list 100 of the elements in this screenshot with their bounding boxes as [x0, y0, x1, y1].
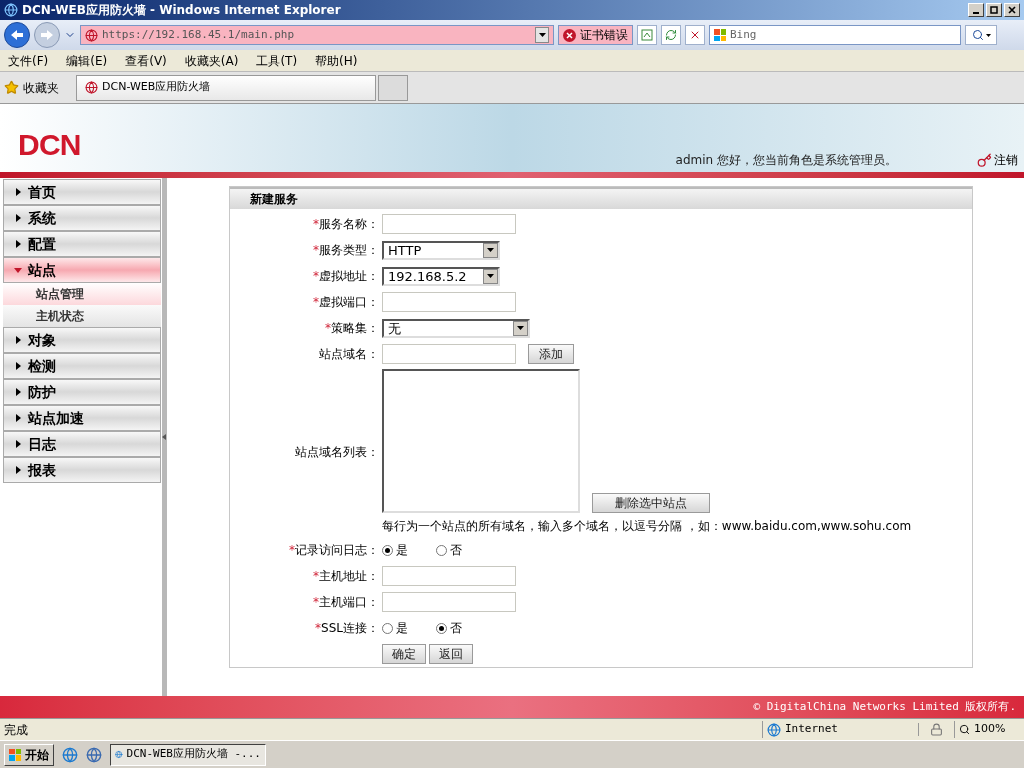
domain-list-textarea[interactable]	[382, 369, 580, 513]
page-view-icon	[641, 29, 653, 41]
refresh-button[interactable]	[661, 25, 681, 45]
radio-button[interactable]	[382, 544, 393, 556]
menu-item[interactable]: 工具(T)	[256, 51, 298, 70]
radio-label: 是	[396, 542, 408, 559]
new-tab-button[interactable]	[378, 74, 408, 101]
collapsed-triangle-icon	[14, 440, 22, 448]
collapsed-triangle-icon	[14, 362, 22, 370]
right-arrow-icon	[41, 30, 53, 40]
field-label: 站点域名：	[319, 346, 379, 363]
sidebar-item[interactable]: 配置	[3, 231, 161, 257]
domain-hint-text: 每行为一个站点的所有域名，输入多个域名，以逗号分隔 ，如：www.baidu.com,www.sohu.com	[382, 518, 912, 535]
browser-logo-icon	[4, 3, 18, 17]
menu-item[interactable]: 文件(F)	[8, 51, 49, 70]
field-label: 主机地址：	[319, 568, 379, 585]
form-button[interactable]: 返回	[429, 644, 473, 664]
browser-icon	[115, 748, 123, 761]
left-arrow-icon	[11, 30, 23, 40]
address-bar[interactable]: https://192.168.45.1/main.php	[80, 25, 554, 45]
dropdown-arrow-icon	[487, 248, 494, 252]
required-asterisk: *	[313, 242, 319, 259]
form-button[interactable]: 确定	[382, 644, 426, 664]
page-icon	[85, 81, 98, 94]
back-button[interactable]	[4, 22, 30, 48]
globe-icon	[767, 722, 781, 737]
field-label: 服务类型：	[319, 242, 379, 259]
sidebar-item[interactable]: 报表	[3, 457, 161, 483]
text-input[interactable]	[382, 592, 516, 612]
search-field[interactable]: Bing	[709, 25, 961, 45]
dropdown-select[interactable]: 无	[382, 318, 530, 338]
sidebar-item[interactable]: 站点加速	[3, 405, 161, 431]
dropdown-arrow-icon	[985, 33, 991, 37]
quick-launch-icon[interactable]	[86, 746, 102, 763]
collapsed-triangle-icon	[14, 240, 22, 248]
shield-error-icon	[563, 28, 576, 42]
windows-flag-icon	[714, 29, 726, 41]
radio-button[interactable]	[436, 544, 447, 556]
text-input[interactable]	[382, 292, 516, 312]
compatibility-icon[interactable]	[637, 25, 657, 45]
sidebar-subitem[interactable]: 站点管理	[3, 283, 161, 305]
windows-flag-icon	[9, 748, 21, 761]
dropdown-arrow-icon	[517, 326, 524, 330]
collapsed-triangle-icon	[14, 336, 22, 344]
search-icon	[971, 29, 984, 41]
radio-button[interactable]	[382, 622, 393, 634]
maximize-icon[interactable]	[986, 3, 1002, 17]
zoom-control[interactable]: 100%	[954, 721, 1024, 738]
menu-item[interactable]: 查看(V)	[125, 51, 167, 70]
address-dropdown-icon[interactable]	[535, 27, 549, 43]
collapse-arrow-icon	[162, 434, 166, 440]
certificate-error-button[interactable]: 证书错误	[558, 25, 633, 45]
radio-button[interactable]	[436, 622, 447, 634]
zoom-icon	[959, 724, 970, 735]
sidebar-item[interactable]: 日志	[3, 431, 161, 457]
collapsed-triangle-icon	[14, 214, 22, 222]
start-button[interactable]: 开始	[4, 743, 54, 766]
radio-label: 否	[450, 542, 462, 559]
favorites-button[interactable]: 收藏夹	[0, 78, 76, 97]
radio-label: 否	[450, 620, 462, 637]
dropdown-arrow-icon	[487, 274, 494, 278]
collapsed-triangle-icon	[14, 414, 22, 422]
dropdown-arrow-icon	[538, 33, 546, 37]
field-label: 虚拟地址：	[319, 268, 379, 285]
search-button[interactable]	[965, 25, 997, 45]
sidebar-item[interactable]: 对象	[3, 327, 161, 353]
stop-button[interactable]	[685, 25, 705, 45]
collapsed-triangle-icon	[14, 466, 22, 474]
text-input[interactable]	[382, 566, 516, 586]
quick-launch-icon[interactable]	[62, 746, 78, 763]
form-button[interactable]: 删除选中站点	[592, 493, 710, 513]
key-icon	[977, 152, 992, 168]
dcn-logo: DCN	[18, 128, 81, 161]
required-asterisk: *	[313, 216, 319, 233]
close-icon[interactable]	[1004, 3, 1020, 17]
sidebar-item[interactable]: 系统	[3, 205, 161, 231]
refresh-icon	[665, 29, 677, 41]
sidebar-item[interactable]: 检测	[3, 353, 161, 379]
menu-item[interactable]: 编辑(E)	[66, 51, 108, 70]
required-asterisk: *	[313, 568, 319, 585]
taskbar-window-button[interactable]: DCN-WEB应用防火墙 -...	[110, 743, 266, 766]
text-input[interactable]	[382, 214, 516, 234]
sidebar-subitem[interactable]: 主机状态	[3, 305, 161, 327]
menu-item[interactable]: 收藏夹(A)	[184, 51, 239, 70]
text-input[interactable]	[382, 344, 516, 364]
field-label: SSL连接：	[321, 620, 379, 637]
dropdown-select[interactable]: HTTP	[382, 240, 500, 260]
form-button[interactable]: 添加	[528, 344, 574, 364]
dropdown-select[interactable]: 192.168.5.2	[382, 266, 500, 286]
minimize-icon[interactable]	[968, 3, 984, 17]
field-label: 站点域名列表：	[295, 444, 379, 461]
field-label: 策略集：	[331, 320, 379, 337]
browser-tab[interactable]: DCN-WEB应用防火墙	[76, 74, 376, 101]
lock-icon	[930, 723, 943, 736]
logout-link[interactable]: 注销	[977, 151, 1018, 169]
sidebar-item[interactable]: 防护	[3, 379, 161, 405]
sidebar-item[interactable]: 首页	[3, 179, 161, 205]
required-asterisk: *	[315, 620, 322, 637]
sidebar-item[interactable]: 站点	[3, 257, 161, 283]
menu-item[interactable]: 帮助(H)	[315, 51, 358, 70]
